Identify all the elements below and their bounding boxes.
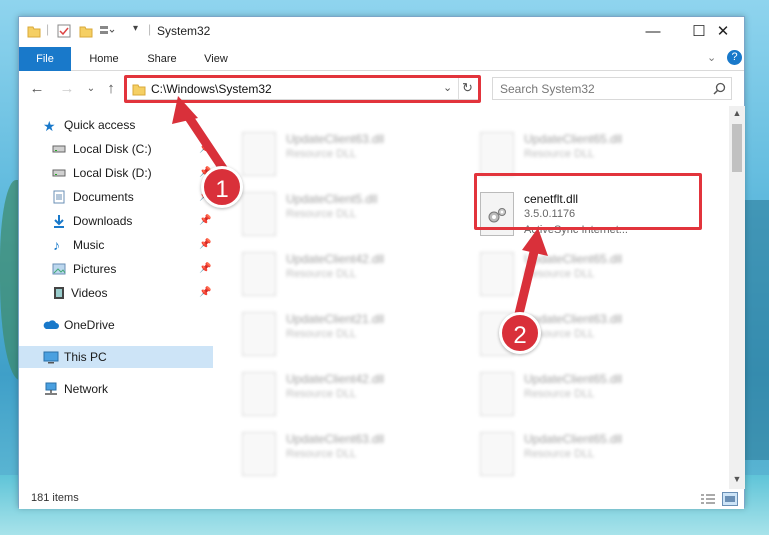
step-2-badge: 2 bbox=[499, 312, 541, 354]
arrow-to-file bbox=[513, 247, 539, 323]
callout-arrows bbox=[172, 96, 548, 323]
step-1-badge: 1 bbox=[201, 166, 243, 208]
arrow-head-2 bbox=[522, 228, 548, 256]
